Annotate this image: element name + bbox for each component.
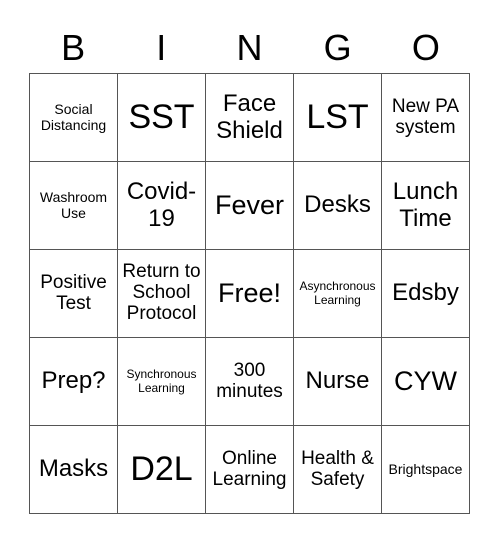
bingo-cell-text: Online Learning (212, 447, 287, 490)
bingo-cell-text: 300 minutes (216, 359, 283, 402)
bingo-cell[interactable]: Edsby (382, 250, 470, 338)
bingo-cell-text: Health & Safety (301, 447, 374, 490)
bingo-cell-text: Positive Test (40, 271, 107, 314)
bingo-cell-text: Covid-19 (126, 178, 197, 232)
bingo-cell-text: Nurse (305, 367, 370, 395)
bingo-cell[interactable]: Social Distancing (30, 74, 118, 162)
bingo-cell-text: SST (128, 97, 195, 136)
bingo-cell[interactable]: 300 minutes (206, 338, 294, 426)
bingo-cell[interactable]: Covid-19 (118, 162, 206, 250)
bingo-cell-text: Brightspace (388, 460, 463, 477)
bingo-cell[interactable]: LST (294, 74, 382, 162)
bingo-cell-text: Synchronous Learning (126, 367, 197, 395)
bingo-cell[interactable]: Synchronous Learning (118, 338, 206, 426)
bingo-cell[interactable]: Brightspace (382, 426, 470, 514)
bingo-cell[interactable]: CYW (382, 338, 470, 426)
bingo-cell-text: Face Shield (216, 90, 283, 144)
bingo-cell[interactable]: Health & Safety (294, 426, 382, 514)
bingo-cell-text: Prep? (41, 367, 106, 395)
bingo-cell[interactable]: Nurse (294, 338, 382, 426)
bingo-cell[interactable]: Prep? (30, 338, 118, 426)
bingo-cell-text: Social Distancing (40, 101, 107, 133)
bingo-cell-text: Masks (38, 455, 109, 483)
bingo-cell[interactable]: Positive Test (30, 250, 118, 338)
header-letter-b: B (61, 27, 86, 68)
bingo-cell-text: Washroom Use (39, 189, 108, 221)
bingo-cell-text: New PA system (391, 95, 460, 138)
bingo-cell-text: CYW (394, 366, 457, 397)
bingo-cell[interactable]: Masks (30, 426, 118, 514)
bingo-cell-text: LST (306, 97, 369, 136)
bingo-cell[interactable]: Online Learning (206, 426, 294, 514)
bingo-cell-text: Free! (217, 278, 282, 309)
bingo-cell[interactable]: Return to School Protocol (118, 250, 206, 338)
bingo-cell-text: Return to School Protocol (122, 261, 201, 324)
bingo-cell[interactable]: Free! (206, 250, 294, 338)
bingo-cell[interactable]: Desks (294, 162, 382, 250)
bingo-cell-text: Edsby (392, 279, 459, 307)
bingo-header: B I N G O (29, 26, 470, 70)
bingo-cell[interactable]: Face Shield (206, 74, 294, 162)
bingo-cell-text: Desks (304, 191, 371, 219)
bingo-grid: Social Distancing SST Face Shield LST New PA… (29, 73, 470, 514)
bingo-cell[interactable]: Lunch Time (382, 162, 470, 250)
bingo-cell[interactable]: Washroom Use (30, 162, 118, 250)
bingo-cell[interactable]: D2L (118, 426, 206, 514)
bingo-cell[interactable]: New PA system (382, 74, 470, 162)
bingo-cell[interactable]: Fever (206, 162, 294, 250)
header-letter-i: I (156, 27, 167, 68)
bingo-cell[interactable]: Asynchronous Learning (294, 250, 382, 338)
bingo-cell-text: D2L (130, 449, 193, 488)
header-letter-o: O (411, 27, 440, 68)
bingo-cell-text: Asynchronous Learning (299, 279, 376, 307)
header-letter-n: N (236, 27, 263, 68)
bingo-cell[interactable]: SST (118, 74, 206, 162)
bingo-cell-text: Fever (214, 190, 285, 221)
bingo-cell-text: Lunch Time (392, 178, 459, 232)
header-letter-g: G (323, 27, 352, 68)
